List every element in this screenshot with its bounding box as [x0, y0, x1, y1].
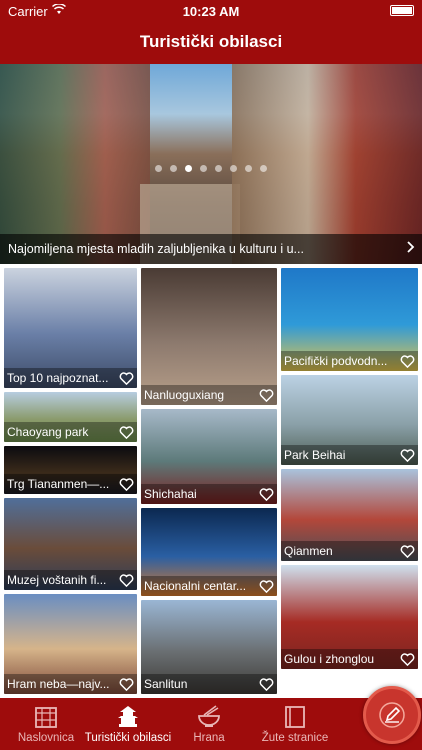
carousel-dot[interactable]: [230, 165, 237, 172]
edit-icon: [379, 702, 405, 733]
carousel-dot[interactable]: [245, 165, 252, 172]
tour-tile-label: Gulou i zhonglou: [281, 649, 418, 669]
tour-tile-label: Muzej voštanih fi...: [4, 570, 137, 590]
pagoda-icon: [115, 704, 141, 730]
heart-icon[interactable]: [400, 448, 415, 463]
tour-tile-label: Trg Tiananmen—...: [4, 474, 137, 494]
tab-naslovnica[interactable]: Naslovnica: [0, 698, 92, 750]
tour-tile-label: Sanlitun: [141, 674, 277, 694]
tour-tile[interactable]: Gulou i zhonglou: [281, 565, 418, 669]
heart-icon[interactable]: [119, 477, 134, 492]
tour-tile[interactable]: Pacifički podvodn...: [281, 268, 418, 371]
tour-tile[interactable]: Shichahai: [141, 409, 277, 504]
heart-icon[interactable]: [259, 388, 274, 403]
heart-icon[interactable]: [400, 544, 415, 559]
top-bar: Carrier 10:23 AM Turistički obilasci: [0, 0, 422, 64]
carousel-dot[interactable]: [185, 165, 192, 172]
tour-tile[interactable]: Chaoyang park: [4, 392, 137, 442]
heart-icon[interactable]: [400, 354, 415, 369]
tour-tile[interactable]: Qianmen: [281, 469, 418, 561]
carousel-page-indicator[interactable]: [0, 159, 422, 177]
tour-tile[interactable]: Muzej voštanih fi...: [4, 498, 137, 590]
tour-tile-label: Top 10 najpoznat...: [4, 368, 137, 388]
tour-tile-label: Qianmen: [281, 541, 418, 561]
tour-tile[interactable]: Sanlitun: [141, 600, 277, 694]
carousel-dot[interactable]: [200, 165, 207, 172]
tab-label: Turistički obilasci: [84, 732, 172, 744]
chevron-right-icon[interactable]: [407, 240, 415, 256]
tour-tile[interactable]: Trg Tiananmen—...: [4, 446, 137, 494]
tab-label: Žute stranice: [261, 732, 329, 744]
tour-tile-label: Nanluoguxiang: [141, 385, 277, 405]
tour-tile-label: Shichahai: [141, 484, 277, 504]
tour-tile[interactable]: Nanluoguxiang: [141, 268, 277, 405]
heart-icon[interactable]: [400, 652, 415, 667]
carousel-dot[interactable]: [170, 165, 177, 172]
tour-tile[interactable]: Hram neba—najv...: [4, 594, 137, 694]
heart-icon[interactable]: [259, 487, 274, 502]
tab-turisticki-obilasci[interactable]: Turistički obilasci: [80, 698, 176, 750]
tab-zute-stranice[interactable]: Žute stranice: [250, 698, 340, 750]
heart-icon[interactable]: [119, 573, 134, 588]
tour-tile[interactable]: Park Beihai: [281, 375, 418, 465]
featured-caption[interactable]: Najomiljena mjesta mladih zaljubljenika …: [0, 234, 422, 264]
home-icon: [33, 704, 59, 730]
tour-tile-label: Chaoyang park: [4, 422, 137, 442]
tab-label: Hrana: [193, 732, 225, 744]
carousel-dot[interactable]: [215, 165, 222, 172]
carousel-dot[interactable]: [155, 165, 162, 172]
heart-icon[interactable]: [119, 677, 134, 692]
heart-icon[interactable]: [119, 371, 134, 386]
status-bar: Carrier 10:23 AM: [0, 0, 422, 22]
battery-icon: [390, 5, 414, 16]
carousel-dot[interactable]: [260, 165, 267, 172]
tour-tile-label: Hram neba—najv...: [4, 674, 137, 694]
book-icon: [282, 704, 308, 730]
bowl-icon: [196, 704, 222, 730]
tour-tile-label: Nacionalni centar...: [141, 576, 277, 596]
tour-tile-label: Pacifički podvodn...: [281, 351, 418, 371]
page-title: Turistički obilasci: [139, 32, 283, 51]
heart-icon[interactable]: [119, 425, 134, 440]
tour-tile[interactable]: Nacionalni centar...: [141, 508, 277, 596]
heart-icon[interactable]: [259, 579, 274, 594]
tour-tile-label: Park Beihai: [281, 445, 418, 465]
status-time: 10:23 AM: [182, 4, 240, 19]
tour-tile[interactable]: Top 10 najpoznat...: [4, 268, 137, 388]
tab-label: Naslovnica: [17, 732, 75, 744]
tab-hrana[interactable]: Hrana: [176, 698, 242, 750]
floating-action-button[interactable]: [363, 686, 421, 744]
tab-bar: Naslovnica Turistički obilasci Hrana Žut…: [0, 698, 422, 750]
heart-icon[interactable]: [259, 677, 274, 692]
